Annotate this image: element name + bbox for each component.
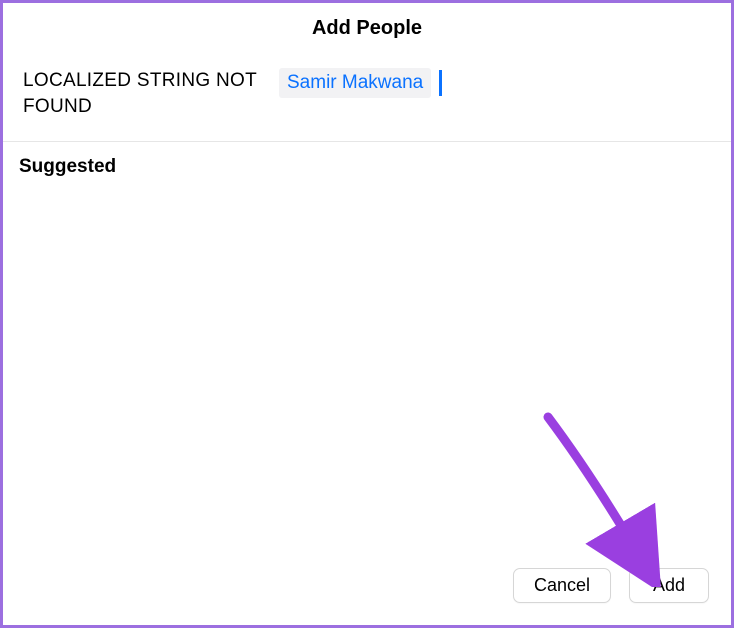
button-row: Cancel Add: [3, 568, 731, 625]
people-input[interactable]: Samir Makwana: [279, 68, 442, 98]
people-field-label: LOCALIZED STRING NOT FOUND: [23, 68, 263, 119]
add-button[interactable]: Add: [629, 568, 709, 603]
add-people-dialog: Add People LOCALIZED STRING NOT FOUND Sa…: [0, 0, 734, 628]
cancel-button[interactable]: Cancel: [513, 568, 611, 603]
person-token[interactable]: Samir Makwana: [279, 68, 431, 98]
suggested-section: Suggested: [3, 142, 731, 568]
title-bar: Add People: [3, 3, 731, 50]
people-field-row: LOCALIZED STRING NOT FOUND Samir Makwana: [3, 50, 731, 141]
suggested-heading: Suggested: [19, 156, 715, 178]
text-cursor: [439, 70, 442, 96]
dialog-title: Add People: [3, 17, 731, 40]
